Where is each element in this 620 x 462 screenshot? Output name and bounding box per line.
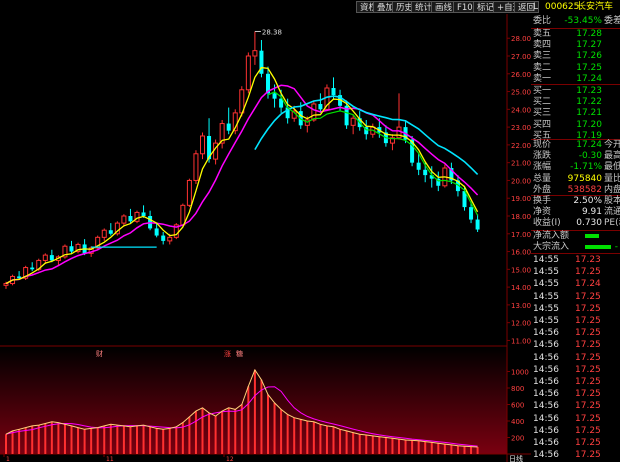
- stat2-row: 收益(I) 0.730PE(动: [531, 217, 620, 230]
- volume-tick-label: 200: [511, 435, 524, 443]
- candle-body-down: [469, 207, 474, 220]
- candle-body-up: [186, 179, 192, 206]
- candle-body-up: [121, 215, 127, 224]
- stat2-value: 0.730: [576, 218, 602, 229]
- price-tick-label: 15.00: [511, 266, 531, 274]
- candle-body-up: [200, 135, 205, 155]
- price-tick-label: 27.00: [511, 53, 531, 61]
- date-tick-label: 1: [6, 456, 10, 462]
- candle-body-down: [49, 255, 54, 261]
- candle-body-up: [193, 153, 199, 181]
- high-price-label: 28.38: [262, 28, 282, 36]
- price-tick-label: 11.00: [511, 337, 531, 345]
- tick-row: 14:56 17.25: [531, 449, 620, 462]
- date-tick-label: 11: [106, 456, 114, 462]
- price-tick-label: 14.00: [511, 284, 531, 292]
- commission-row: 委比 -53.45% 委差: [531, 15, 620, 28]
- commission-ratio-value: -53.45%: [564, 16, 602, 26]
- volume-panel-bg: [0, 347, 507, 454]
- stock-code: 000625: [545, 2, 580, 12]
- volume-tick-label: 600: [511, 402, 524, 410]
- candle-body-down: [30, 267, 35, 270]
- candle-body-up: [167, 236, 173, 242]
- price-tick-label: 19.00: [511, 195, 531, 203]
- price-tick-label: 18.00: [511, 213, 531, 221]
- candle-body-up: [311, 103, 317, 121]
- candle-body-down: [141, 212, 146, 216]
- event-marker: 糖: [236, 349, 243, 358]
- price-tick-label: 26.00: [511, 71, 531, 79]
- volume-tick-label: 400: [511, 418, 524, 426]
- stat2-label: 收益(I): [533, 218, 561, 229]
- price-tick-label: 25.00: [511, 89, 531, 97]
- tick-time: 14:56: [533, 450, 559, 461]
- limit-up-marker: 涨: [224, 349, 231, 358]
- quote-panel: L 000625 长安汽车 委比 -53.45% 委差 卖五 17.28 卖四 17.27 卖三 17…: [531, 2, 620, 462]
- kline-chart[interactable]: 28.00 27.00 26.00 25.00 24.00 23.00 22.00 21.00…: [0, 14, 531, 462]
- commission-diff-label: 委差: [604, 16, 620, 26]
- flow-bar: [585, 234, 599, 238]
- candle-body-down: [318, 104, 323, 110]
- candle-body-down: [331, 88, 336, 96]
- candle-body-down: [161, 235, 166, 241]
- candle-body-down: [423, 169, 428, 176]
- candle-body-up: [42, 254, 48, 261]
- candle-body-up: [350, 117, 356, 126]
- candle-body-down: [416, 162, 421, 170]
- price-tick-label: 22.00: [511, 142, 531, 150]
- candle-body-down: [128, 216, 133, 222]
- candle-body-up: [3, 283, 9, 286]
- toolbar: 資权 叠加 历史 统计 画线 F10 标记 +自选 返回: [0, 0, 620, 14]
- candle-body-up: [252, 50, 258, 57]
- price-tick-label: 17.00: [511, 231, 531, 239]
- price-tick-label: 24.00: [511, 106, 531, 114]
- price-tick-label: 23.00: [511, 124, 531, 132]
- candle-body-up: [180, 204, 186, 226]
- finance-marker: 财: [96, 349, 103, 358]
- stat2-ext-label: PE(动: [604, 218, 620, 229]
- period-label: 日线: [509, 454, 523, 462]
- ma-support-line: [267, 91, 479, 216]
- date-tick-label: 12: [226, 456, 234, 462]
- tick-price: 17.25: [575, 450, 601, 461]
- flow-bar: [585, 245, 611, 250]
- candle-body-down: [108, 230, 113, 234]
- candle-body-down: [475, 219, 480, 230]
- price-tick-label: 20.00: [511, 177, 531, 185]
- volume-tick-label: 1000: [511, 369, 529, 377]
- candle-body-down: [226, 123, 231, 131]
- stock-name: 长安汽车: [577, 2, 614, 12]
- volume-tick-label: 800: [511, 385, 524, 393]
- candle-body-down: [272, 93, 277, 99]
- candle-body-up: [101, 229, 107, 238]
- stock-prefix: L: [533, 2, 539, 12]
- price-tick-label: 12.00: [511, 320, 531, 328]
- price-tick-label: 21.00: [511, 160, 531, 168]
- price-tick-label: 16.00: [511, 249, 531, 257]
- candle-body-up: [245, 55, 251, 91]
- stock-header: L 000625 长安汽车: [531, 1, 620, 14]
- candle-body-up: [396, 126, 402, 139]
- price-tick-label: 28.00: [511, 35, 531, 43]
- commission-ratio-label: 委比: [533, 16, 552, 26]
- candle-body-down: [69, 246, 74, 252]
- price-tick-label: 13.00: [511, 302, 531, 310]
- candle-body-down: [154, 228, 159, 236]
